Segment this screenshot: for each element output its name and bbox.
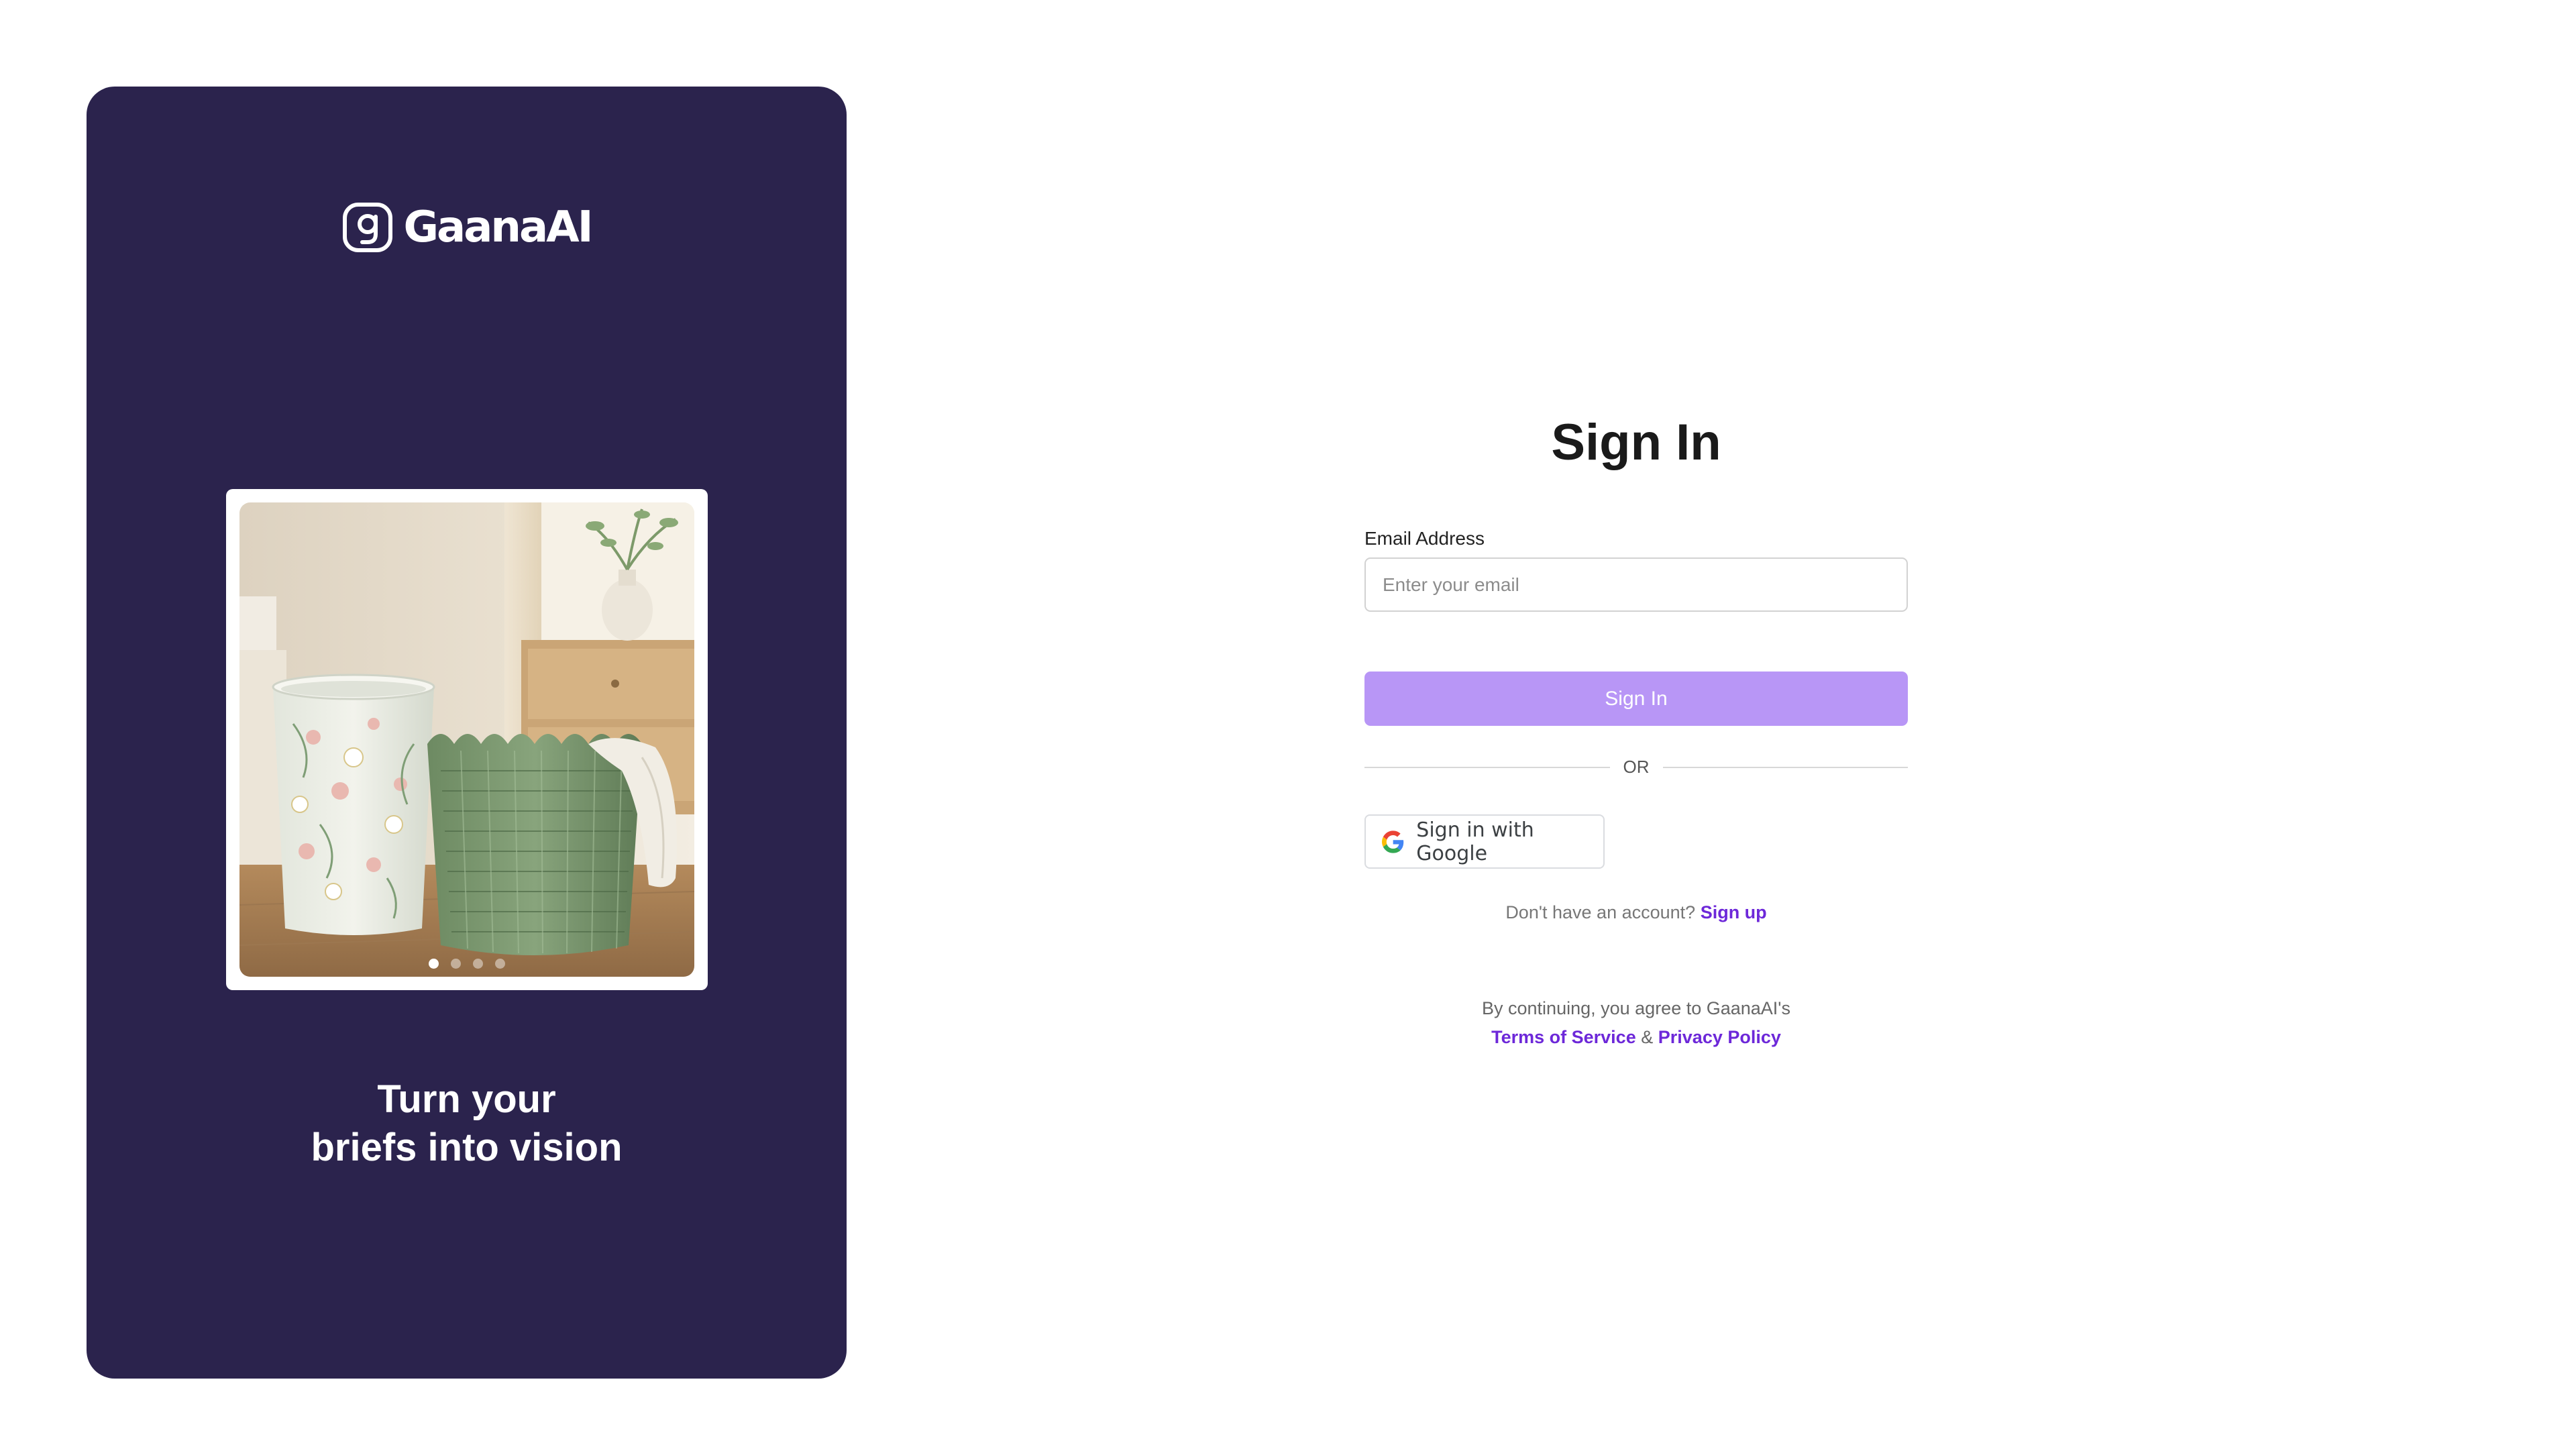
- sign-in-form: Sign In Email Address Sign In OR Sign in…: [1364, 402, 1908, 1047]
- carousel-dot-3[interactable]: [473, 959, 483, 969]
- google-sign-in-button[interactable]: Sign in with Google: [1364, 814, 1605, 869]
- google-icon: [1382, 830, 1404, 853]
- carousel-dot-4[interactable]: [495, 959, 505, 969]
- legal-notice: By continuing, you agree to GaanaAI's Te…: [1364, 994, 1908, 1052]
- brand-panel: GaanaAI Turn your briefs into vision: [87, 87, 847, 1379]
- privacy-link[interactable]: Privacy Policy: [1658, 1027, 1781, 1047]
- email-field[interactable]: [1364, 557, 1908, 612]
- brand-name: GaanaAI: [403, 203, 594, 252]
- carousel-dot-1[interactable]: [429, 959, 439, 969]
- tagline-line-2: briefs into vision: [311, 1126, 623, 1169]
- or-divider: OR: [1364, 757, 1908, 777]
- divider-line-left: [1364, 766, 1610, 768]
- product-photo-laundry-baskets: [239, 502, 694, 977]
- sign-in-button[interactable]: Sign In: [1364, 672, 1908, 726]
- signup-prompt: Don't have an account? Sign up: [1364, 902, 1908, 923]
- page-title: Sign In: [1551, 414, 1721, 471]
- divider-text: OR: [1623, 757, 1650, 777]
- carousel-slide-image: [239, 502, 694, 977]
- brand-logo: GaanaAI: [87, 202, 847, 253]
- gaana-logo-icon: [342, 203, 392, 252]
- sign-in-page: GaanaAI Turn your briefs into vision Sig…: [0, 0, 2576, 1449]
- carousel-dot-2[interactable]: [451, 959, 461, 969]
- image-carousel: [226, 489, 708, 990]
- carousel-dots: [239, 959, 694, 969]
- legal-links: Terms of Service & Privacy Policy: [1364, 1023, 1908, 1052]
- tagline: Turn your briefs into vision: [87, 1075, 847, 1172]
- google-button-label: Sign in with Google: [1416, 818, 1534, 865]
- tagline-line-1: Turn your: [377, 1077, 556, 1121]
- signup-link[interactable]: Sign up: [1701, 902, 1767, 922]
- signup-prompt-text: Don't have an account?: [1505, 902, 1696, 922]
- terms-link[interactable]: Terms of Service: [1491, 1027, 1636, 1047]
- legal-prefix: By continuing, you agree to GaanaAI's: [1482, 998, 1790, 1018]
- email-label: Email Address: [1364, 528, 1485, 549]
- legal-joiner: &: [1641, 1027, 1654, 1047]
- divider-line-right: [1662, 766, 1908, 768]
